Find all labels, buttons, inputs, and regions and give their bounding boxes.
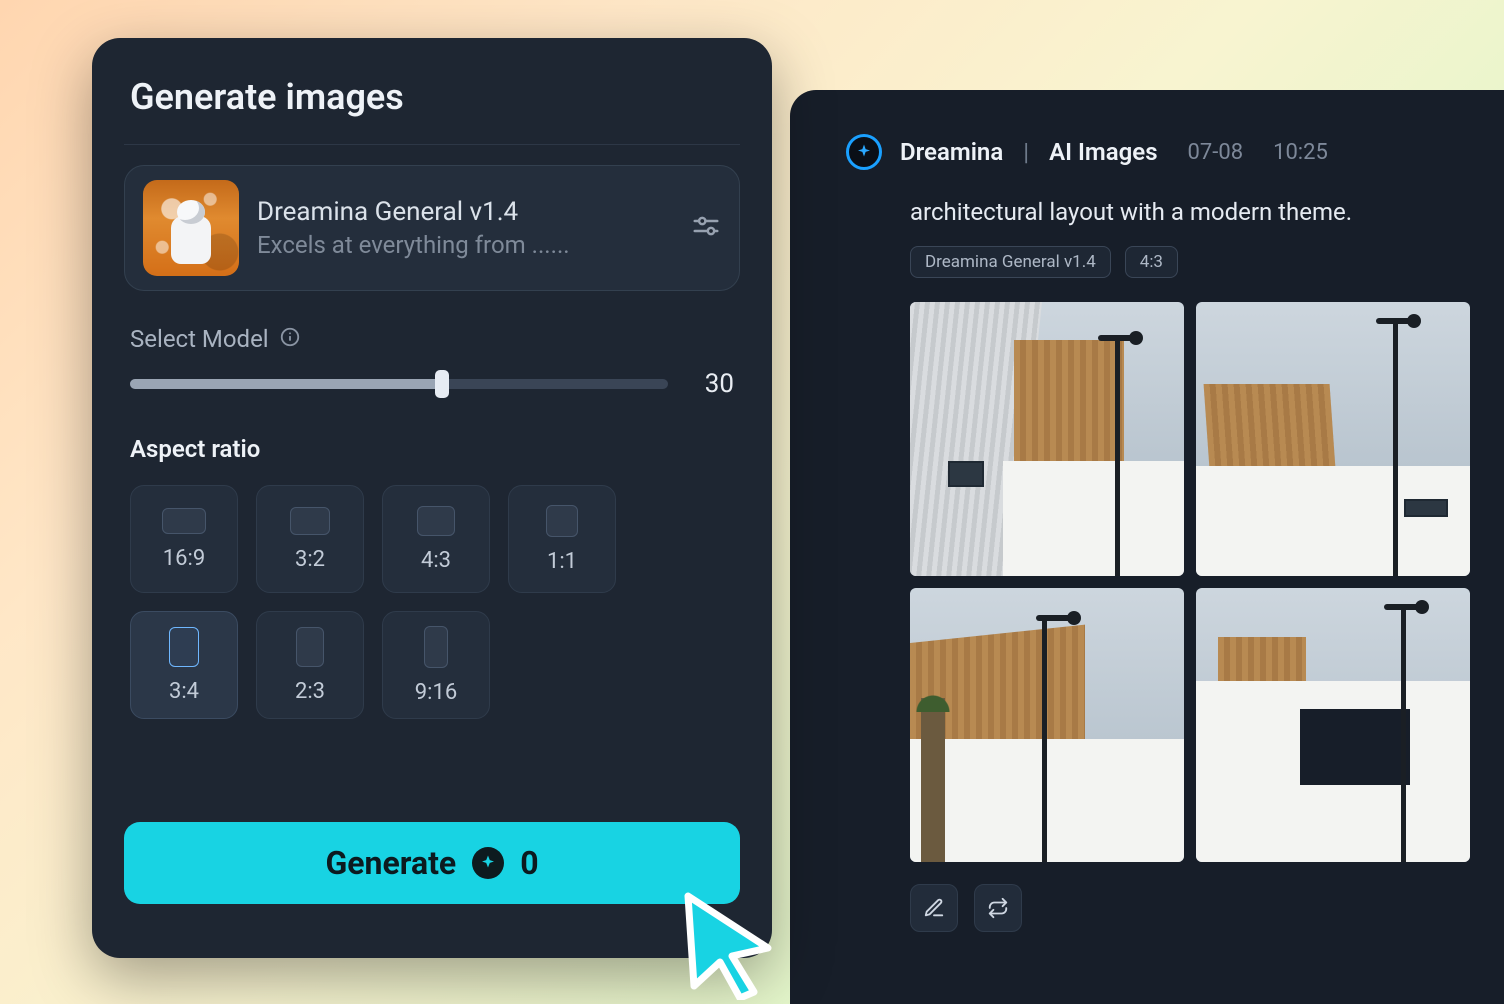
generate-count: 0 [520, 844, 538, 882]
settings-sliders-icon[interactable] [691, 211, 721, 245]
aspect-ratio-9-16[interactable]: 9:16 [382, 611, 490, 719]
chip-ratio: 4:3 [1125, 246, 1178, 278]
aspect-ratio-3-4[interactable]: 3:4 [130, 611, 238, 719]
result-image-1[interactable] [910, 302, 1184, 576]
ratio-label: 16:9 [163, 546, 205, 571]
edit-button[interactable] [910, 884, 958, 932]
model-description: Excels at everything from ...... [257, 231, 673, 259]
result-actions [910, 884, 1448, 932]
slider-value: 30 [692, 369, 734, 399]
model-thumbnail [143, 180, 239, 276]
select-model-row: Select Model [124, 325, 740, 353]
model-text: Dreamina General v1.4 Excels at everythi… [257, 197, 673, 259]
ratio-shape-icon [162, 508, 206, 534]
ratio-label: 4:3 [421, 548, 451, 573]
separator: | [1021, 138, 1031, 166]
aspect-ratio-2-3[interactable]: 2:3 [256, 611, 364, 719]
select-model-label: Select Model [130, 325, 269, 353]
ratio-label: 2:3 [295, 679, 325, 704]
aspect-ratio-16-9[interactable]: 16:9 [130, 485, 238, 593]
ratio-label: 9:16 [415, 680, 457, 705]
brand-name: Dreamina [900, 138, 1003, 166]
aspect-ratio-1-1[interactable]: 1:1 [508, 485, 616, 593]
model-slider[interactable]: 30 [124, 369, 740, 399]
ratio-shape-icon [424, 626, 448, 668]
info-icon[interactable] [279, 326, 301, 352]
aspect-ratio-4-3[interactable]: 4:3 [382, 485, 490, 593]
model-selector[interactable]: Dreamina General v1.4 Excels at everythi… [124, 165, 740, 291]
result-time: 10:25 [1273, 140, 1328, 165]
divider [124, 144, 740, 145]
section-name: AI Images [1049, 138, 1157, 166]
sparkle-icon [846, 134, 882, 170]
slider-fill [130, 379, 442, 389]
generate-panel: Generate images Dreamina General v1.4 Ex… [92, 38, 772, 958]
ratio-label: 1:1 [547, 549, 577, 574]
ratio-shape-icon [417, 506, 455, 536]
ratio-shape-icon [296, 627, 324, 667]
generate-label: Generate [325, 844, 456, 882]
aspect-ratio-label: Aspect ratio [124, 435, 740, 463]
ratio-shape-icon [290, 507, 330, 535]
ratio-shape-icon [169, 627, 199, 667]
slider-track[interactable] [130, 379, 668, 389]
panel-title: Generate images [124, 76, 740, 118]
result-chips: Dreamina General v1.4 4:3 [910, 246, 1448, 278]
result-image-3[interactable] [910, 588, 1184, 862]
generate-button[interactable]: Generate 0 [124, 822, 740, 904]
results-panel: Dreamina | AI Images 07-08 10:25 archite… [790, 90, 1504, 1004]
result-grid [910, 302, 1470, 862]
result-image-4[interactable] [1196, 588, 1470, 862]
regenerate-button[interactable] [974, 884, 1022, 932]
prompt-text: architectural layout with a modern theme… [910, 198, 1448, 226]
chip-model: Dreamina General v1.4 [910, 246, 1111, 278]
model-name: Dreamina General v1.4 [257, 197, 673, 227]
results-header: Dreamina | AI Images 07-08 10:25 [846, 134, 1448, 170]
ratio-shape-icon [546, 505, 578, 537]
ratio-label: 3:2 [295, 547, 325, 572]
slider-thumb[interactable] [435, 370, 449, 398]
aspect-ratio-3-2[interactable]: 3:2 [256, 485, 364, 593]
aspect-ratio-grid: 16:9 3:2 4:3 1:1 3:4 2:3 9:16 [124, 485, 740, 719]
ratio-label: 3:4 [169, 679, 199, 704]
result-date: 07-08 [1188, 140, 1244, 165]
result-image-2[interactable] [1196, 302, 1470, 576]
credits-icon [472, 847, 504, 879]
